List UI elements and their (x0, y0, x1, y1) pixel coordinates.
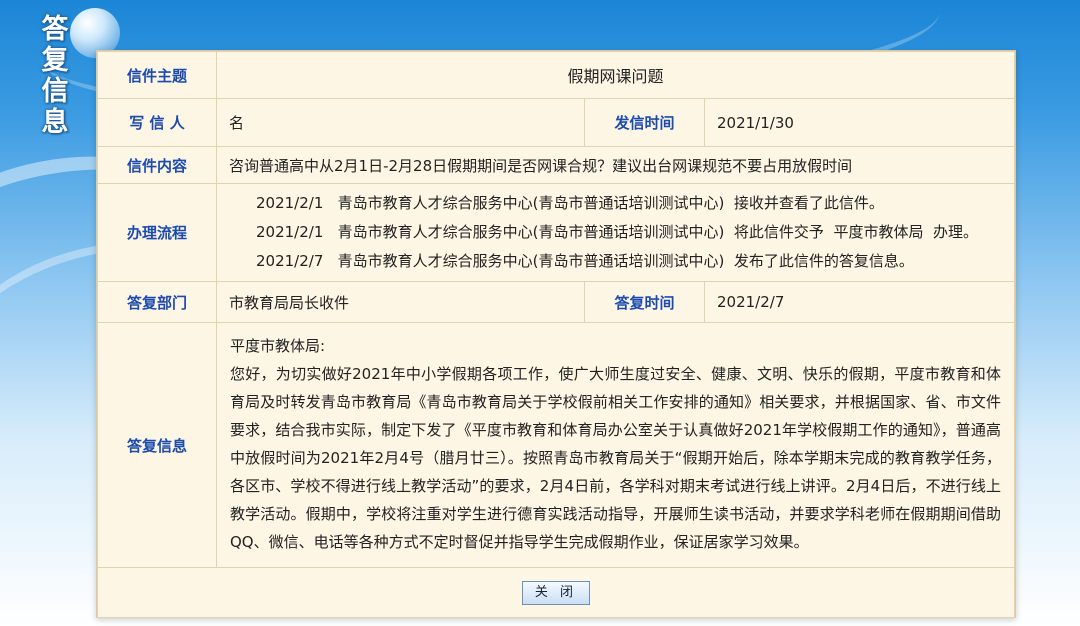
button-cell: 关 闭 (97, 567, 1015, 618)
reply-time-label: 答复时间 (584, 281, 705, 323)
letter-detail-table: 信件主题 假期网课问题 写 信 人 名 发信时间 2021/1/30 信件内容 … (97, 51, 1015, 618)
reply-content: 平度市教体局: 您好，为切实做好2021年中小学假期各项工作，使广大师生度过安全… (216, 322, 1015, 568)
reply-row: 答复信息 平度市教体局: 您好，为切实做好2021年中小学假期各项工作，使广大师… (97, 322, 1015, 568)
sent-time-label: 发信时间 (584, 98, 705, 147)
reply-time-value: 2021/2/7 (704, 281, 1015, 323)
process-step: 2021/2/7 青岛市教育人才综合服务中心(青岛市普通话培训测试中心) 发布了… (256, 252, 914, 270)
content-row: 信件内容 咨询普通高中从2月1日-2月28日假期期间是否网课合规？建议出台网课规… (97, 146, 1015, 184)
process-step: 2021/2/1 青岛市教育人才综合服务中心(青岛市普通话培训测试中心) 接收并… (256, 194, 884, 212)
side-title-char: 复 (41, 45, 69, 76)
writer-value: 名 (216, 98, 585, 147)
subject-row: 信件主题 假期网课问题 (97, 51, 1015, 99)
subject-value: 假期网课问题 (216, 51, 1015, 99)
process-row: 办理流程 2021/2/1 青岛市教育人才综合服务中心(青岛市普通话培训测试中心… (97, 183, 1015, 282)
writer-row: 写 信 人 名 发信时间 2021/1/30 (97, 98, 1015, 147)
process-label: 办理流程 (97, 183, 217, 282)
writer-label: 写 信 人 (97, 98, 217, 147)
side-title-char: 答 (41, 14, 69, 45)
reply-greeting: 平度市教体局: (230, 337, 326, 355)
side-title-char: 息 (41, 107, 69, 138)
side-title: 答 复 信 息 (38, 14, 72, 138)
reply-body: 您好，为切实做好2021年中小学假期各项工作，使广大师生度过安全、健康、文明、快… (230, 365, 1001, 551)
button-row: 关 闭 (97, 567, 1015, 618)
reply-dept-label: 答复部门 (97, 281, 217, 323)
process-step: 2021/2/1 青岛市教育人才综合服务中心(青岛市普通话培训测试中心) 将此信… (256, 223, 978, 241)
close-button[interactable]: 关 闭 (521, 580, 591, 605)
process-list: 2021/2/1 青岛市教育人才综合服务中心(青岛市普通话培训测试中心) 接收并… (216, 183, 1015, 282)
content-label: 信件内容 (97, 146, 217, 184)
reply-label: 答复信息 (97, 322, 217, 568)
reply-dept-value: 市教育局局长收件 (216, 281, 585, 323)
content-value: 咨询普通高中从2月1日-2月28日假期期间是否网课合规？建议出台网课规范不要占用… (216, 146, 1015, 184)
sent-time-value: 2021/1/30 (704, 98, 1015, 147)
side-title-char: 信 (41, 76, 69, 107)
reply-dept-row: 答复部门 市教育局局长收件 答复时间 2021/2/7 (97, 281, 1015, 323)
subject-label: 信件主题 (97, 51, 217, 99)
letter-detail-panel: 信件主题 假期网课问题 写 信 人 名 发信时间 2021/1/30 信件内容 … (96, 50, 1016, 618)
